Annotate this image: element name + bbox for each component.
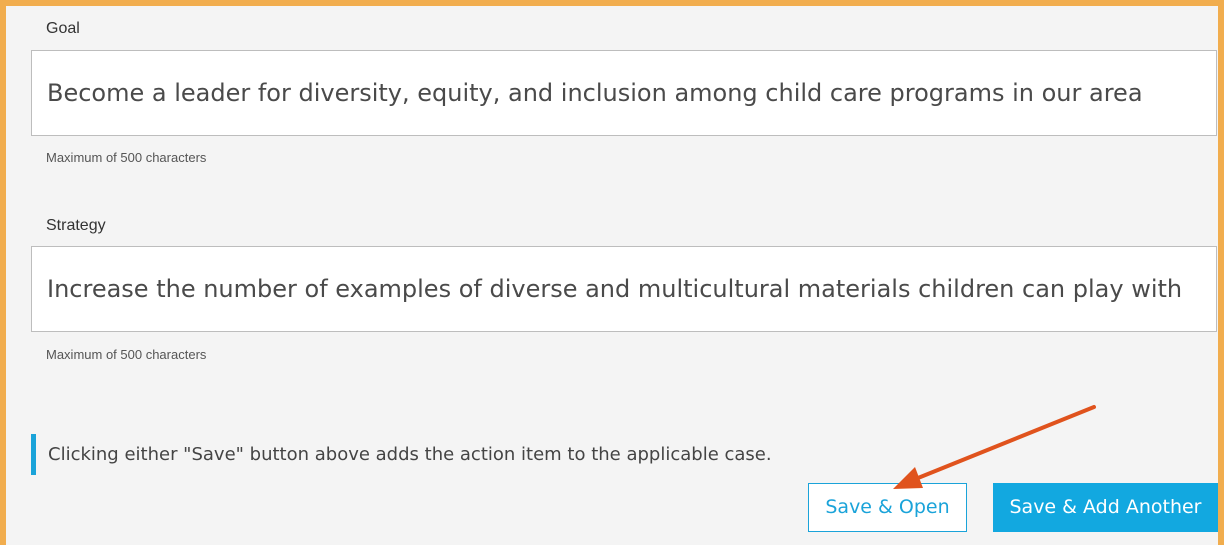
save-and-open-button[interactable]: Save & Open — [808, 483, 967, 532]
strategy-label: Strategy — [46, 217, 106, 234]
goal-field[interactable]: Become a leader for diversity, equity, a… — [31, 50, 1217, 136]
strategy-hint: Maximum of 500 characters — [46, 347, 207, 362]
form-panel: Goal Become a leader for diversity, equi… — [0, 0, 1224, 545]
strategy-field[interactable]: Increase the number of examples of diver… — [31, 246, 1217, 332]
info-notice: Clicking either "Save" button above adds… — [31, 434, 772, 475]
save-and-add-another-button[interactable]: Save & Add Another — [993, 483, 1218, 532]
goal-label: Goal — [46, 20, 80, 37]
goal-hint: Maximum of 500 characters — [46, 150, 207, 165]
